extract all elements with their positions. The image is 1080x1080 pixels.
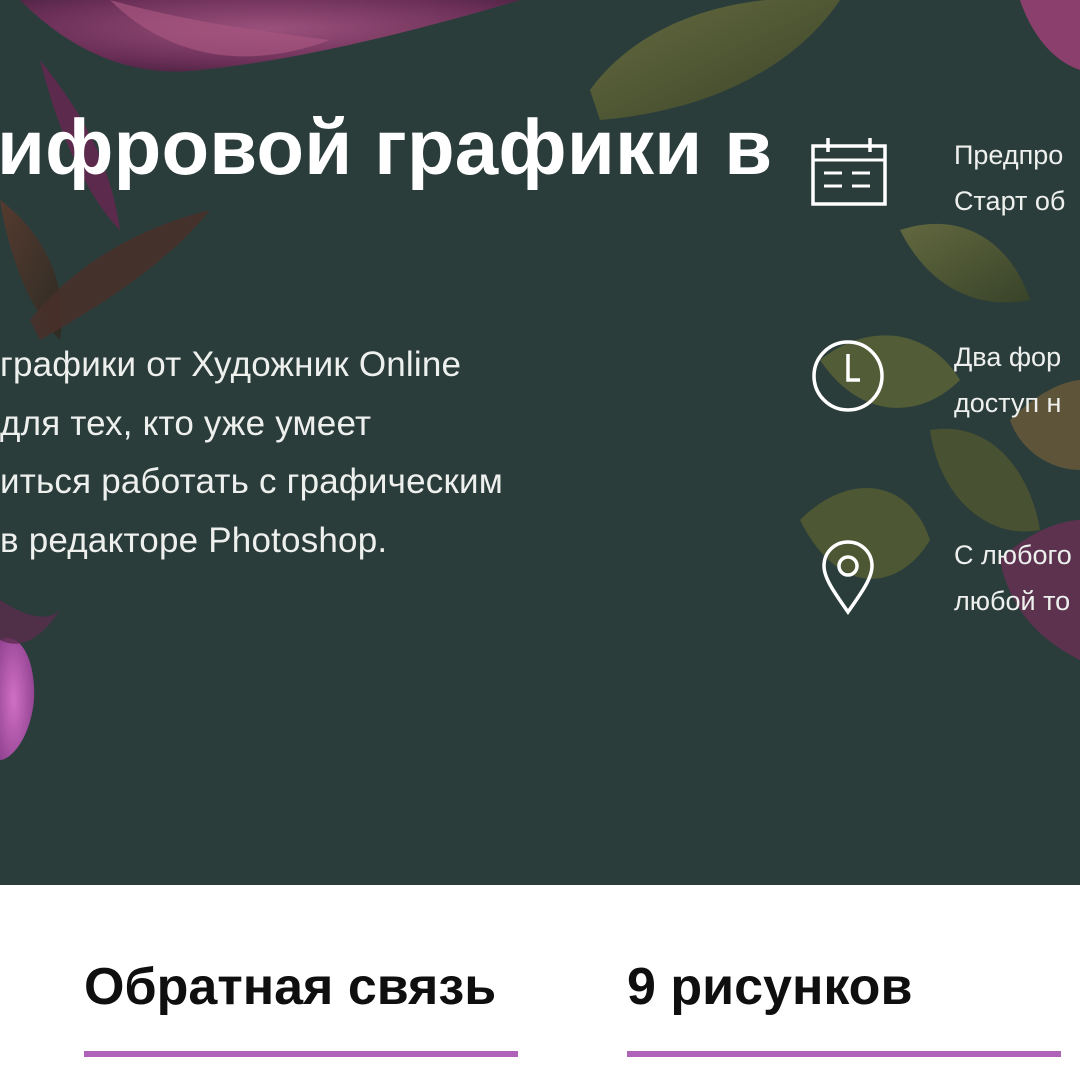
tab-underline: [627, 1051, 1061, 1057]
feature-schedule-text: Предпро Старт об: [954, 132, 1080, 224]
clock-icon: [812, 340, 884, 412]
calendar-icon: [811, 138, 887, 206]
feature-formats-text: Два фор доступ н: [954, 334, 1080, 426]
tab-underline: [84, 1051, 518, 1057]
feature-line: С любого: [954, 540, 1072, 570]
tab-drawings-label: 9 рисунков: [627, 958, 913, 1016]
tab-drawings[interactable]: 9 рисунков: [627, 955, 1061, 1065]
hero-title: ифровой графики в: [0, 103, 773, 191]
feature-location-text: С любого любой то: [954, 532, 1080, 624]
feature-line: Старт об: [954, 186, 1066, 216]
feature-line: доступ н: [954, 388, 1062, 418]
hero-description-line: иться работать с графическим: [0, 462, 503, 501]
location-pin-icon: [822, 540, 874, 616]
hero-section: ифровой графики в графики от Художник On…: [0, 0, 1080, 885]
feature-line: Предпро: [954, 140, 1064, 170]
tab-feedback[interactable]: Обратная связь: [84, 955, 518, 1065]
hero-description-line: графики от Художник Online: [0, 345, 462, 384]
hero-description: графики от Художник Online для тех, кто …: [0, 336, 620, 570]
feature-line: Два фор: [954, 342, 1062, 372]
hero-description-line: для тех, кто уже умеет: [0, 403, 372, 443]
hero-description-line: в редакторе Photoshop.: [0, 520, 388, 560]
tab-feedback-label: Обратная связь: [84, 958, 497, 1016]
feature-line: любой то: [954, 586, 1071, 616]
